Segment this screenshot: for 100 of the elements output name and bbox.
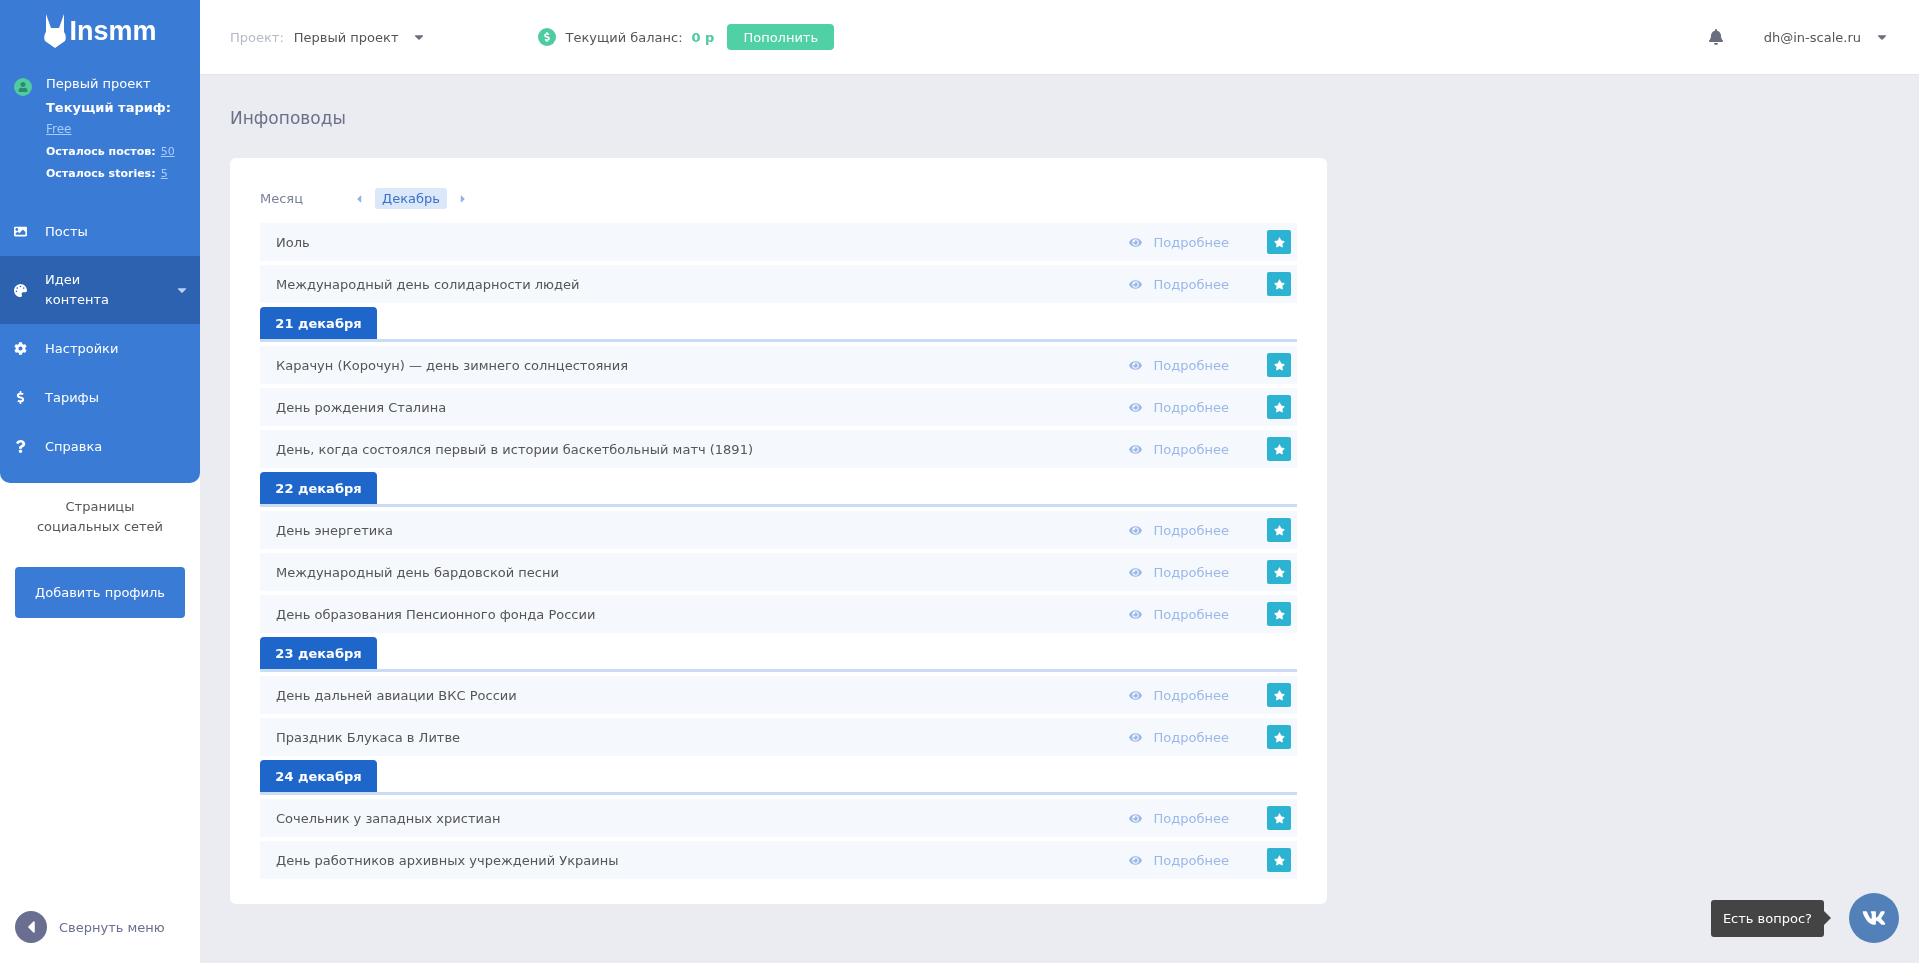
date-label: 21 декабря <box>260 307 377 339</box>
eye-icon <box>1128 442 1142 456</box>
date-label: 23 декабря <box>260 637 377 669</box>
add-profile-button[interactable]: Добавить профиль <box>15 567 185 618</box>
event-title: День образования Пенсионного фонда России <box>276 606 597 622</box>
vk-chat-button[interactable] <box>1849 893 1899 943</box>
favorite-button[interactable] <box>1267 230 1291 254</box>
top-up-button[interactable]: Пополнить <box>727 24 835 50</box>
tariff-label: Текущий тариф: <box>46 100 172 115</box>
nav-label: Тарифы <box>45 388 100 407</box>
eye-icon <box>1128 235 1142 249</box>
details-link[interactable]: Подробнее <box>1128 522 1229 538</box>
nav-label: Идеи контента <box>45 271 110 309</box>
details-link[interactable]: Подробнее <box>1128 606 1229 622</box>
favorite-button[interactable] <box>1267 272 1291 296</box>
event-title: День работников архивных учреждений Украины <box>276 852 620 868</box>
star-icon <box>1273 812 1285 824</box>
star-icon <box>1273 854 1285 866</box>
details-link[interactable]: Подробнее <box>1128 234 1229 250</box>
tooltip-pointer <box>1824 911 1831 925</box>
dollar-icon <box>14 391 27 404</box>
favorite-button[interactable] <box>1267 602 1291 626</box>
user-dropdown[interactable]: dh@in-scale.ru <box>1763 29 1889 45</box>
period-label: Месяц <box>260 191 304 206</box>
details-link[interactable]: Подробнее <box>1128 729 1229 745</box>
nav-item[interactable]: Идеи контента <box>0 256 200 324</box>
nav-label: Посты <box>45 222 89 241</box>
event-title: День энергетика <box>276 522 394 538</box>
details-link[interactable]: Подробнее <box>1128 564 1229 580</box>
favorite-button[interactable] <box>1267 437 1291 461</box>
date-label: 24 декабря <box>260 760 377 792</box>
details-link[interactable]: Подробнее <box>1128 810 1229 826</box>
nav-item[interactable]: Настройки <box>0 324 200 373</box>
dollar-icon <box>538 28 557 46</box>
favorite-button[interactable] <box>1267 353 1291 377</box>
star-icon <box>1273 236 1285 248</box>
project-name: Первый проект <box>46 76 152 91</box>
star-icon <box>1273 524 1285 536</box>
project-label: Проект: <box>230 29 284 45</box>
collapse-menu[interactable]: Свернуть меню <box>0 911 200 943</box>
details-link[interactable]: Подробнее <box>1128 441 1229 457</box>
star-icon <box>1273 278 1285 290</box>
details-link[interactable]: Подробнее <box>1128 357 1229 373</box>
event-title: День рождения Сталина <box>276 399 448 415</box>
nav-label: Справка <box>45 437 104 456</box>
star-icon <box>1273 731 1285 743</box>
favorite-button[interactable] <box>1267 395 1291 419</box>
balance-value: 0 р <box>691 29 715 45</box>
page-title: Инфоповоды <box>230 108 347 128</box>
eye-icon <box>1128 730 1142 744</box>
caret-left-icon <box>15 911 47 943</box>
nav-item[interactable]: Посты <box>0 207 200 256</box>
eye-icon <box>1128 523 1142 537</box>
eye-icon <box>1128 358 1142 372</box>
favorite-button[interactable] <box>1267 518 1291 542</box>
event-title: Сочельник у западных христиан <box>276 810 502 826</box>
month-label: Декабрь <box>375 188 447 209</box>
nav-item[interactable]: Тарифы <box>0 373 200 422</box>
nav-label: Настройки <box>45 339 120 358</box>
favorite-button[interactable] <box>1267 725 1291 749</box>
favorite-button[interactable] <box>1267 683 1291 707</box>
tariff-link[interactable]: Free <box>46 122 72 136</box>
star-icon <box>1273 566 1285 578</box>
image-icon <box>14 225 27 238</box>
posts-label: Осталось постов: <box>46 145 156 158</box>
favorite-button[interactable] <box>1267 848 1291 872</box>
social-pages-title: Страницы социальных сетей <box>35 498 165 536</box>
star-icon <box>1273 443 1285 455</box>
collapse-label: Свернуть меню <box>59 919 165 935</box>
eye-icon <box>1128 811 1142 825</box>
stories-label: Осталось stories: <box>46 167 156 180</box>
details-link[interactable]: Подробнее <box>1128 687 1229 703</box>
star-icon <box>1273 608 1285 620</box>
nav-item[interactable]: Справка <box>0 422 200 471</box>
event-title: Международный день бардовской песни <box>276 564 560 580</box>
question-icon <box>14 440 27 453</box>
user-icon <box>14 78 32 96</box>
star-icon <box>1273 689 1285 701</box>
gear-icon <box>14 342 27 355</box>
project-value: Первый проект <box>293 29 399 45</box>
logo-icon <box>43 14 68 48</box>
eye-icon <box>1128 400 1142 414</box>
logo[interactable]: Insmm <box>69 15 157 47</box>
chat-tooltip: Есть вопрос? <box>1710 899 1824 937</box>
eye-icon <box>1128 277 1142 291</box>
stories-link[interactable]: 5 <box>160 167 168 180</box>
details-link[interactable]: Подробнее <box>1128 399 1229 415</box>
event-title: Иоль <box>276 234 311 250</box>
event-title: День дальней авиации ВКС России <box>276 687 518 703</box>
bell-icon[interactable] <box>1707 29 1724 45</box>
favorite-button[interactable] <box>1267 806 1291 830</box>
eye-icon <box>1128 607 1142 621</box>
event-title: Карачун (Корочун) — день зимнего солнцестояния <box>276 357 629 373</box>
details-link[interactable]: Подробнее <box>1128 852 1229 868</box>
details-link[interactable]: Подробнее <box>1128 276 1229 292</box>
favorite-button[interactable] <box>1267 560 1291 584</box>
posts-link[interactable]: 50 <box>160 145 175 158</box>
project-dropdown[interactable]: Первый проект <box>293 29 427 45</box>
event-title: Международный день солидарности людей <box>276 276 581 292</box>
event-title: День, когда состоялся первый в истории баскетбольный матч (1891) <box>276 441 754 457</box>
